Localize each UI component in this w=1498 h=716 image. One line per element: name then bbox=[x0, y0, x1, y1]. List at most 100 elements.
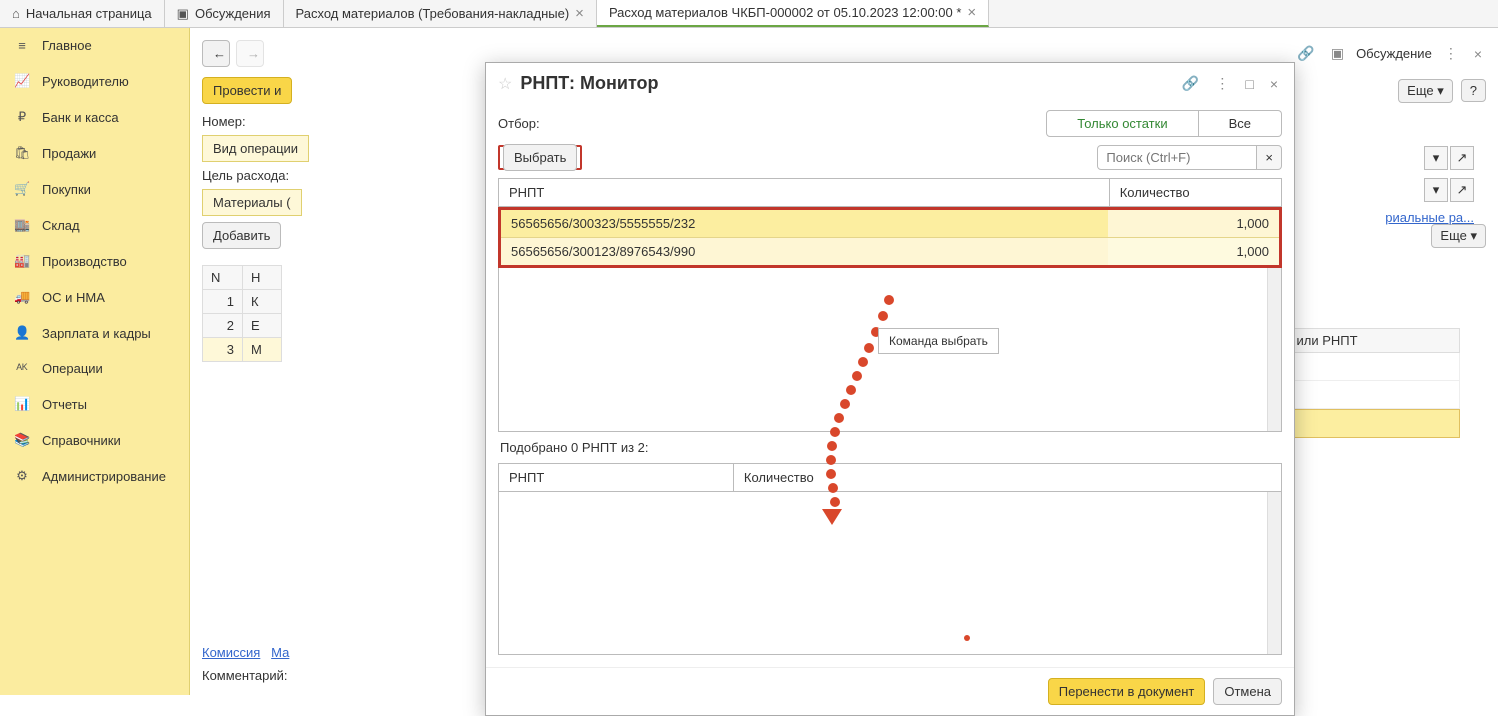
tab-expense-doc[interactable]: Расход материалов ЧКБП-000002 от 05.10.2… bbox=[597, 0, 989, 27]
clear-search-button[interactable]: × bbox=[1257, 145, 1282, 170]
nav-back-button[interactable]: ← bbox=[202, 40, 230, 67]
select-button[interactable]: Выбрать bbox=[503, 144, 577, 171]
commission-link[interactable]: Комиссия bbox=[202, 645, 260, 660]
menu-icon: ≡ bbox=[14, 38, 30, 53]
discuss-icon[interactable]: ▣ bbox=[1327, 43, 1348, 64]
link-icon[interactable]: 🔗 bbox=[1178, 73, 1203, 94]
scrollbar[interactable] bbox=[1267, 268, 1281, 431]
maximize-icon[interactable]: □ bbox=[1241, 74, 1257, 94]
discuss-label[interactable]: Обсуждение bbox=[1356, 46, 1432, 61]
sidebar-item-admin[interactable]: ⚙Администрирование bbox=[0, 458, 189, 494]
cancel-button[interactable]: Отмена bbox=[1213, 678, 1282, 705]
sidebar-item-label: Производство bbox=[42, 254, 127, 269]
table-row[interactable]: 1К bbox=[203, 290, 282, 314]
tab-label: Расход материалов ЧКБП-000002 от 05.10.2… bbox=[609, 5, 961, 20]
warehouse-icon: 🏬 bbox=[14, 217, 30, 233]
table-row[interactable]: 2Е bbox=[203, 314, 282, 338]
link-icon[interactable]: 🔗 bbox=[1293, 43, 1318, 64]
cart-icon: 🛒 bbox=[14, 181, 30, 197]
modal-title: РНПТ: Монитор bbox=[520, 73, 1170, 94]
close-icon[interactable]: × bbox=[967, 4, 976, 21]
sidebar-item-label: Продажи bbox=[42, 146, 96, 161]
sidebar-item-production[interactable]: 🏭 Производство bbox=[0, 243, 189, 279]
books-icon: 📚 bbox=[14, 432, 30, 448]
open-icon[interactable]: ↗ bbox=[1450, 146, 1474, 170]
select-hint-tooltip: Команда выбрать bbox=[878, 328, 999, 354]
tab-expense-list[interactable]: Расход материалов (Требования-накладные)… bbox=[284, 0, 597, 27]
more-button[interactable]: Еще ▾ bbox=[1398, 79, 1453, 103]
nav-fwd-button[interactable]: → bbox=[236, 40, 264, 67]
filter-label: Отбор: bbox=[498, 116, 540, 131]
dropdown-icon[interactable]: ▾ bbox=[1424, 146, 1448, 170]
discuss-icon: ▣ bbox=[177, 6, 189, 22]
add-button[interactable]: Добавить bbox=[202, 222, 281, 249]
home-icon: ⌂ bbox=[12, 6, 20, 21]
rnpt-row[interactable]: 56565656/300123/8976543/990 1,000 bbox=[501, 238, 1279, 266]
sidebar-item-label: Отчеты bbox=[42, 397, 87, 412]
sidebar-item-label: ОС и НМА bbox=[42, 290, 105, 305]
sidebar-item-label: Руководителю bbox=[42, 74, 129, 89]
content-area: ← → 🔗 ▣ Обсуждение ⋮ × Провести и Еще ▾ … bbox=[190, 28, 1498, 695]
gear-icon: ⚙ bbox=[14, 468, 30, 484]
sidebar-item-purchases[interactable]: 🛒Покупки bbox=[0, 171, 189, 207]
tab-label: Расход материалов (Требования-накладные) bbox=[296, 6, 570, 21]
sidebar-item-label: Склад bbox=[42, 218, 80, 233]
sidebar-item-label: Справочники bbox=[42, 433, 121, 448]
table-row[interactable]: 3М bbox=[203, 338, 282, 362]
sidebar-item-warehouse[interactable]: 🏬 Склад bbox=[0, 207, 189, 243]
person-icon: 👤 bbox=[14, 325, 30, 341]
sidebar-item-main[interactable]: ≡ Главное bbox=[0, 28, 189, 63]
sidebar-item-mgr[interactable]: 📈 Руководителю bbox=[0, 63, 189, 99]
col-rnpt[interactable]: РНПТ bbox=[499, 179, 1110, 207]
close-icon[interactable]: × bbox=[1266, 74, 1282, 94]
search-input[interactable] bbox=[1097, 145, 1257, 170]
materials-tab[interactable]: Материалы ( bbox=[202, 189, 302, 216]
sidebar-item-sales[interactable]: 🛍 Продажи bbox=[0, 135, 189, 171]
sidebar-item-label: Банк и касса bbox=[42, 110, 119, 125]
picked-count-label: Подобрано 0 РНПТ из 2: bbox=[498, 432, 1282, 463]
toggle-only-remains[interactable]: Только остатки bbox=[1046, 110, 1198, 137]
close-icon[interactable]: × bbox=[575, 5, 584, 22]
sidebar: ≡ Главное 📈 Руководителю ₽ Банк и касса 🛍 Пр… bbox=[0, 28, 190, 695]
dropdown-icon[interactable]: ▾ bbox=[1424, 178, 1448, 202]
link-materials[interactable]: риальные ра... bbox=[1385, 210, 1474, 225]
toggle-all[interactable]: Все bbox=[1199, 110, 1282, 137]
ops-icon: ᴬᴷ bbox=[14, 361, 30, 376]
col-qty[interactable]: Количество bbox=[733, 463, 1281, 491]
more-button-2[interactable]: Еще ▾ bbox=[1431, 224, 1486, 248]
sidebar-item-hr[interactable]: 👤 Зарплата и кадры bbox=[0, 315, 189, 351]
purpose-label: Цель расхода: bbox=[202, 168, 289, 183]
open-icon[interactable]: ↗ bbox=[1450, 178, 1474, 202]
ruble-icon: ₽ bbox=[14, 109, 30, 125]
tab-home[interactable]: ⌂ Начальная страница bbox=[0, 0, 165, 27]
sidebar-item-reports[interactable]: 📊 Отчеты bbox=[0, 386, 189, 422]
sidebar-item-label: Зарплата и кадры bbox=[42, 326, 151, 341]
process-button[interactable]: Провести и bbox=[202, 77, 292, 104]
col-qty[interactable]: Количество bbox=[1109, 179, 1281, 207]
more-vert-icon[interactable]: ⋮ bbox=[1440, 43, 1462, 64]
number-label: Номер: bbox=[202, 114, 287, 129]
sidebar-item-label: Операции bbox=[42, 361, 103, 376]
sidebar-item-label: Главное bbox=[42, 38, 92, 53]
sidebar-item-catalogs[interactable]: 📚 Справочники bbox=[0, 422, 189, 458]
sidebar-item-assets[interactable]: 🚚ОС и НМА bbox=[0, 279, 189, 315]
tab-discuss[interactable]: ▣ Обсуждения bbox=[165, 0, 284, 27]
scrollbar[interactable] bbox=[1267, 492, 1281, 655]
sidebar-item-bank[interactable]: ₽ Банк и касса bbox=[0, 99, 189, 135]
comment-label: Комментарий: bbox=[202, 668, 288, 683]
sidebar-item-operations[interactable]: ᴬᴷ Операции bbox=[0, 351, 189, 386]
more-vert-icon[interactable]: ⋮ bbox=[1211, 73, 1233, 94]
help-button[interactable]: ? bbox=[1461, 79, 1486, 102]
col-n: N bbox=[203, 266, 243, 290]
ma-link[interactable]: Ма bbox=[271, 645, 289, 660]
close-icon[interactable]: × bbox=[1470, 44, 1486, 64]
col-rnpt[interactable]: РНПТ bbox=[499, 463, 734, 491]
barchart-icon: 📊 bbox=[14, 396, 30, 412]
materials-table: NН 1К 2Е 3М bbox=[202, 265, 282, 362]
star-icon[interactable]: ☆ bbox=[498, 74, 512, 94]
factory-icon: 🏭 bbox=[14, 253, 30, 269]
bag-icon: 🛍 bbox=[14, 145, 30, 161]
rnpt-row[interactable]: 56565656/300323/5555555/232 1,000 bbox=[501, 210, 1279, 238]
transfer-button[interactable]: Перенести в документ bbox=[1048, 678, 1206, 705]
chart-icon: 📈 bbox=[14, 73, 30, 89]
